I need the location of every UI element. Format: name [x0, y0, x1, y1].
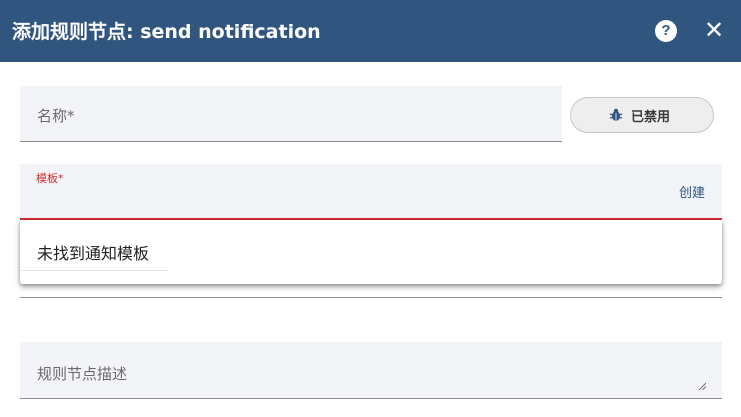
- name-field-placeholder: 名称*: [37, 107, 75, 125]
- field-underline: [20, 297, 722, 298]
- create-template-link[interactable]: 创建: [679, 182, 705, 201]
- description-placeholder: 规则节点描述: [37, 365, 128, 383]
- dropdown-option-divider: [20, 270, 168, 271]
- template-dropdown: 未找到通知模板: [20, 220, 722, 284]
- help-icon[interactable]: ?: [655, 20, 677, 42]
- template-field[interactable]: 模板* 创建: [20, 164, 722, 220]
- name-field[interactable]: 名称*: [20, 86, 562, 142]
- dialog-title: 添加规则节点: send notification: [12, 21, 321, 43]
- bug-icon: [609, 108, 623, 121]
- dropdown-option-no-templates: 未找到通知模板: [37, 244, 150, 263]
- debug-mode-button[interactable]: 已禁用: [570, 97, 714, 133]
- debug-mode-label: 已禁用: [631, 110, 671, 125]
- description-textarea[interactable]: 规则节点描述: [20, 342, 722, 399]
- resize-handle-icon[interactable]: [698, 382, 706, 390]
- template-field-label: 模板*: [36, 172, 64, 185]
- dialog-header: 添加规则节点: send notification ? ✕: [0, 0, 741, 62]
- close-icon[interactable]: ✕: [703, 16, 725, 44]
